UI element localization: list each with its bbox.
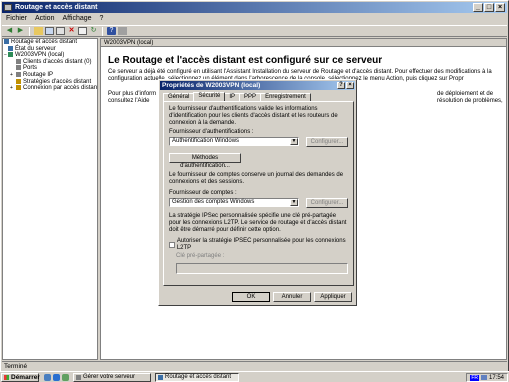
close-button[interactable]: × xyxy=(495,3,505,12)
auth-provider-select[interactable]: Authentification Windows ▼ xyxy=(169,137,299,146)
ipsec-checkbox-row[interactable]: Autoriser la stratégie IPSEC personnalis… xyxy=(169,238,353,252)
dialog-title: Propriétés de W2003VPN (local) xyxy=(162,82,261,89)
details-text-deploy: de déploiement et de résolution de probl… xyxy=(437,91,503,104)
start-button[interactable]: Démarrer xyxy=(1,372,40,382)
tree-item-label: Connexion par accès distan xyxy=(23,85,98,92)
tree-item-root[interactable]: Routage et accès distant xyxy=(3,39,97,46)
chevron-down-icon[interactable]: ▼ xyxy=(290,138,298,145)
ok-button[interactable]: OK xyxy=(232,292,270,302)
details-title: Le Routage et l'accès distant est config… xyxy=(108,55,383,66)
dialog-title-bar[interactable]: Propriétés de W2003VPN (local) ? × xyxy=(160,81,355,90)
refresh-icon[interactable]: ↻ xyxy=(89,27,98,35)
dialog-close-button[interactable]: × xyxy=(346,82,354,89)
task-routing[interactable]: Routage et accès distant xyxy=(155,372,239,382)
delete-icon[interactable]: ✕ xyxy=(67,27,76,35)
cancel-button[interactable]: Annuler xyxy=(273,292,311,302)
menu-help[interactable]: ? xyxy=(100,14,104,24)
tree-item-server[interactable]: − W2003VPN (local) xyxy=(3,52,97,59)
minimize-button[interactable]: _ xyxy=(473,3,483,12)
tree-item-label: Stratégies d'accès distant xyxy=(23,78,92,85)
tab-ppp[interactable]: PPP xyxy=(239,93,262,101)
routing-icon xyxy=(158,374,163,380)
title-bar[interactable]: Routage et accès distant _ □ × xyxy=(2,2,507,13)
ports-icon xyxy=(16,65,21,71)
tab-ip[interactable]: IP xyxy=(224,93,241,101)
help-icon[interactable]: ? xyxy=(107,27,116,35)
tree-item-policies[interactable]: Stratégies d'accès distant xyxy=(3,78,97,86)
tree-item-ip-routing[interactable]: + Routage IP xyxy=(3,71,97,79)
tree-item-clients[interactable]: Clients d'accès distant (0) xyxy=(3,58,97,66)
accounting-provider-select[interactable]: Gestion des comptes Windows ▼ xyxy=(169,198,299,207)
clients-icon xyxy=(16,58,21,64)
status-icon xyxy=(8,45,13,51)
routing-icon xyxy=(4,39,9,44)
details-header: W2003VPN (local) xyxy=(101,39,506,47)
auth-configure-button[interactable]: Configurer... xyxy=(306,137,348,147)
console-icon[interactable] xyxy=(118,27,127,35)
psk-input[interactable] xyxy=(176,263,348,274)
quick-launch xyxy=(44,373,69,381)
accounting-configure-button[interactable]: Configurer... xyxy=(306,198,348,208)
ipsec-checkbox[interactable] xyxy=(169,242,175,248)
ipsec-description: La stratégie IPSec personnalisée spécifi… xyxy=(169,213,347,233)
chevron-down-icon[interactable]: ▼ xyxy=(290,199,298,206)
psk-label: Clé pré-partagée : xyxy=(176,253,225,259)
windows-logo-icon xyxy=(4,374,9,380)
server-icon xyxy=(76,374,81,380)
dialog-help-button[interactable]: ? xyxy=(337,82,345,89)
tab-general[interactable]: Général xyxy=(163,93,195,101)
server-icon xyxy=(8,52,13,58)
console-tree[interactable]: Routage et accès distant État du serveur… xyxy=(2,38,98,360)
tree-item-server-status[interactable]: État du serveur xyxy=(3,45,97,53)
tree-item-label: W2003VPN (local) xyxy=(15,52,65,59)
language-indicator[interactable]: FR xyxy=(470,374,479,381)
tree-item-label: Routage IP xyxy=(23,72,54,79)
show-tree-icon[interactable] xyxy=(45,27,54,35)
clock[interactable]: 17:54 xyxy=(489,375,504,381)
back-icon[interactable]: ◀ xyxy=(5,27,14,35)
accounting-description: Le fournisseur de comptes conserve un jo… xyxy=(169,172,344,185)
accounting-provider-label: Fournisseur de comptes : xyxy=(169,190,237,196)
toolbar: ◀ ▶ ✕ ↻ ? xyxy=(2,25,507,37)
auth-provider-label: Fournisseur d'authentifications : xyxy=(169,129,254,135)
details-text-help[interactable]: Pour plus d'inform consultez l'Aide xyxy=(108,91,158,105)
ipsec-checkbox-label: Autoriser la stratégie IPSEC personnalis… xyxy=(176,238,346,251)
taskbar: Démarrer Gérer votre serveur Routage et … xyxy=(0,371,509,382)
forward-icon[interactable]: ▶ xyxy=(16,27,25,35)
internet-explorer-icon[interactable] xyxy=(53,373,60,381)
task-manage-server[interactable]: Gérer votre serveur xyxy=(73,372,151,382)
network-icon[interactable] xyxy=(480,375,487,380)
tree-item-connection[interactable]: + Connexion par accès distan xyxy=(3,85,97,92)
menu-bar: Fichier Action Affichage ? xyxy=(2,14,507,24)
tab-logging[interactable]: Enregistrement xyxy=(260,93,311,101)
window-title: Routage et accès distant xyxy=(15,4,98,11)
properties-icon[interactable] xyxy=(56,27,65,35)
apply-button[interactable]: Appliquer xyxy=(314,292,352,302)
tree-item-label: Clients d'accès distant (0) xyxy=(23,58,92,65)
security-tab-panel: Le fournisseur d'authentifications valid… xyxy=(163,101,354,286)
tree-item-label: Routage et accès distant xyxy=(11,39,78,46)
ip-routing-icon xyxy=(16,71,21,77)
explorer-icon[interactable] xyxy=(44,373,51,381)
tab-security[interactable]: Sécurité xyxy=(193,92,226,101)
menu-file[interactable]: Fichier xyxy=(6,14,27,24)
tree-item-ports[interactable]: Ports xyxy=(3,65,97,72)
auth-methods-button[interactable]: Méthodes d'authentification... xyxy=(169,153,241,169)
dialog-tabs: Général Sécurité IP PPP Enregistrement xyxy=(163,92,311,101)
system-tray: FR 17:54 xyxy=(466,373,508,382)
connection-icon xyxy=(16,85,21,91)
status-bar: Terminé xyxy=(2,361,507,371)
menu-action[interactable]: Action xyxy=(35,14,54,24)
properties-dialog: Propriétés de W2003VPN (local) ? × Génér… xyxy=(158,79,357,306)
tree-item-label: État du serveur xyxy=(15,45,56,52)
up-folder-icon[interactable] xyxy=(34,27,43,35)
app-icon xyxy=(4,4,12,11)
policies-icon xyxy=(16,78,21,84)
maximize-button[interactable]: □ xyxy=(484,3,494,12)
auth-description: Le fournisseur d'authentifications valid… xyxy=(169,106,338,126)
tree-item-label: Ports xyxy=(23,65,38,72)
menu-view[interactable]: Affichage xyxy=(62,14,91,24)
desktop-icon[interactable] xyxy=(62,373,69,381)
export-icon[interactable] xyxy=(78,27,87,35)
